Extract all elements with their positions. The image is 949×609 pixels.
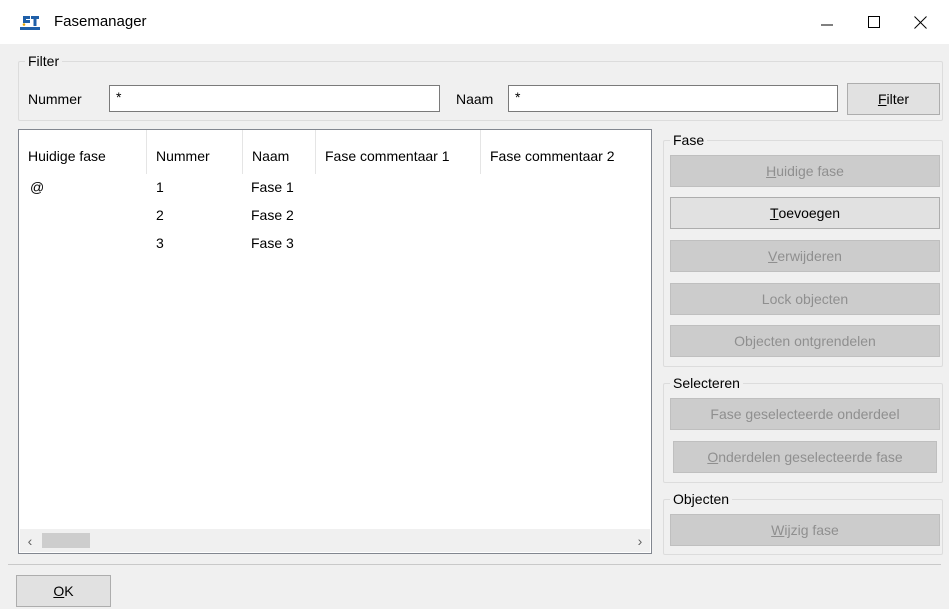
huidige-fase-button[interactable]: Huidige fase (670, 155, 940, 187)
fasemanager-app-icon (20, 13, 42, 31)
wijzig-fase-accesskey: W (771, 522, 785, 538)
fase-group-legend: Fase (673, 132, 705, 148)
scrollbar-thumb[interactable] (42, 533, 90, 548)
nummer-label: Nummer (28, 91, 82, 107)
filter-button-accesskey: F (877, 91, 887, 107)
toevoegen-label: oevoegen (778, 205, 841, 221)
column-header-huidige-fase[interactable]: Huidige fase (19, 130, 147, 174)
naam-label: Naam (456, 91, 494, 107)
horizontal-scrollbar[interactable]: ‹ › (20, 529, 650, 552)
ok-label: K (64, 583, 74, 599)
huidige-fase-label: uidige fase (776, 163, 844, 179)
filter-group-legend: Filter (28, 53, 60, 69)
fase-geselecteerde-onderdeel-button[interactable]: Fase geselecteerde onderdeel (670, 398, 940, 430)
naam-input[interactable]: * (508, 85, 838, 112)
cell-number: 1 (156, 179, 164, 195)
cell-number: 2 (156, 207, 164, 223)
onderdelen-accesskey: O (707, 449, 719, 465)
close-icon (913, 15, 927, 29)
column-header-nummer[interactable]: Nummer (147, 130, 243, 174)
footer-separator (8, 564, 941, 565)
filter-button[interactable]: Filter (847, 83, 940, 115)
verwijderen-accesskey: V (768, 248, 778, 264)
title-bar: Fasemanager (0, 0, 949, 44)
scroll-left-arrow-icon[interactable]: ‹ (20, 529, 40, 552)
selecteren-group-legend: Selecteren (673, 375, 740, 391)
maximize-icon (868, 16, 880, 28)
maximize-button[interactable] (851, 0, 897, 44)
column-header-naam[interactable]: Naam (243, 130, 316, 174)
ok-button[interactable]: OK (16, 575, 111, 607)
wijzig-fase-button[interactable]: Wijzig fase (670, 514, 940, 546)
lock-objecten-button[interactable]: Lock objecten (670, 283, 940, 315)
nummer-input[interactable]: * (109, 85, 440, 112)
phase-list[interactable]: Huidige fase Nummer Naam Fase commentaar… (18, 129, 652, 554)
minimize-button[interactable] (804, 0, 850, 44)
verwijderen-label: erwijderen (777, 248, 842, 264)
ok-accesskey: O (53, 583, 65, 599)
huidige-fase-accesskey: H (766, 163, 777, 179)
column-header-fase-commentaar-2[interactable]: Fase commentaar 2 (481, 130, 651, 174)
objecten-ontgrendelen-button[interactable]: Objecten ontgrendelen (670, 325, 940, 357)
close-button[interactable] (897, 0, 943, 44)
toevoegen-accesskey: T (769, 205, 779, 221)
objecten-group-legend: Objecten (673, 491, 730, 507)
scroll-right-arrow-icon[interactable]: › (630, 529, 650, 552)
cell-number: 3 (156, 235, 164, 251)
column-header-fase-commentaar-1[interactable]: Fase commentaar 1 (316, 130, 481, 174)
minimize-icon (821, 24, 833, 26)
cell-current: @ (30, 179, 45, 195)
cell-name: Fase 1 (251, 179, 294, 195)
filter-button-label: ilter (886, 91, 910, 107)
onderdelen-label: nderdelen geselecteerde fase (718, 449, 903, 465)
list-header: Huidige fase Nummer Naam Fase commentaar… (19, 130, 651, 174)
cell-name: Fase 2 (251, 207, 294, 223)
toevoegen-button[interactable]: Toevoegen (670, 197, 940, 229)
verwijderen-button[interactable]: Verwijderen (670, 240, 940, 272)
wijzig-fase-label: ijzig fase (784, 522, 839, 538)
window-title: Fasemanager (54, 13, 147, 30)
onderdelen-geselecteerde-fase-button[interactable]: Onderdelen geselecteerde fase (673, 441, 937, 473)
cell-name: Fase 3 (251, 235, 294, 251)
